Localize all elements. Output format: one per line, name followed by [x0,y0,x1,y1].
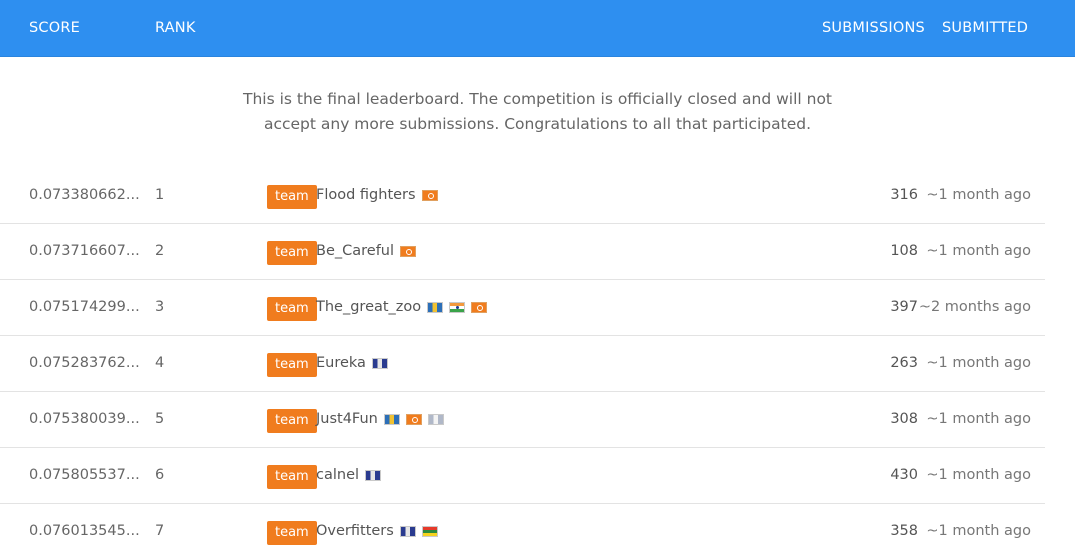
team-name-link[interactable]: The_great_zoo [316,299,421,315]
team-badge: team [267,297,317,321]
table-row: 0.075283762... 4 team Eureka 263 ~1 mont… [0,336,1045,392]
column-header-rank[interactable]: RANK [155,20,196,36]
team-name-cell: Just4Fun [316,411,444,427]
team-name-link[interactable]: calnel [316,467,359,483]
score-cell: 0.075283762... [29,355,140,371]
leaderboard-table: 0.073380662... 1 team Flood fighters 316… [0,168,1075,556]
team-name-cell: Overfitters [316,523,438,539]
rank-cell: 4 [155,355,165,371]
rank-cell: 5 [155,411,165,427]
team-badge: team [267,409,317,433]
country-flag-icon [471,301,488,313]
submitted-time: ~1 month ago [926,523,1031,539]
team-name-link[interactable]: Flood fighters [316,187,416,203]
team-badge: team [267,521,317,545]
table-row: 0.075805537... 6 team calnel 430 ~1 mont… [0,448,1045,504]
leaderboard-header: SCORE RANK SUBMISSIONS SUBMITTED [0,0,1075,57]
rank-cell: 3 [155,299,165,315]
submitted-time: ~2 months ago [918,299,1031,315]
country-flag-icon [400,245,417,257]
table-row: 0.076013545... 7 team Overfitters 358 ~1… [0,504,1045,556]
country-flag-icon [365,469,382,481]
score-cell: 0.075805537... [29,467,140,483]
score-cell: 0.073716607... [29,243,140,259]
score-cell: 0.075380039... [29,411,140,427]
submissions-count: 108 [890,243,918,259]
submissions-count: 316 [890,187,918,203]
table-row: 0.075380039... 5 team Just4Fun 308 ~1 mo… [0,392,1045,448]
submissions-count: 308 [890,411,918,427]
submitted-time: ~1 month ago [926,467,1031,483]
table-row: 0.075174299... 3 team The_great_zoo 397 … [0,280,1045,336]
country-flag-icon [405,413,422,425]
team-name-cell: Eureka [316,355,388,371]
submitted-time: ~1 month ago [926,355,1031,371]
score-cell: 0.076013545... [29,523,140,539]
table-row: 0.073716607... 2 team Be_Careful 108 ~1 … [0,224,1045,280]
country-flag-icon [427,301,444,313]
country-flag-icon [383,413,400,425]
column-header-submissions[interactable]: SUBMISSIONS [822,20,925,36]
team-name-link[interactable]: Overfitters [316,523,394,539]
team-name-link[interactable]: Eureka [316,355,366,371]
team-badge: team [267,241,317,265]
team-name-link[interactable]: Be_Careful [316,243,394,259]
column-header-score[interactable]: SCORE [29,20,80,36]
leaderboard-closed-notice: This is the final leaderboard. The compe… [0,87,1075,137]
rank-cell: 6 [155,467,165,483]
submissions-count: 397 [890,299,918,315]
table-row: 0.073380662... 1 team Flood fighters 316… [0,168,1045,224]
country-flag-icon [449,301,466,313]
country-flag-icon [371,357,388,369]
rank-cell: 1 [155,187,165,203]
submitted-time: ~1 month ago [926,187,1031,203]
team-name-cell: calnel [316,467,382,483]
column-header-submitted[interactable]: SUBMITTED [942,20,1028,36]
team-name-link[interactable]: Just4Fun [316,411,378,427]
team-name-cell: The_great_zoo [316,299,488,315]
submissions-count: 430 [890,467,918,483]
submitted-time: ~1 month ago [926,411,1031,427]
country-flag-icon [421,525,438,537]
submissions-count: 263 [890,355,918,371]
submitted-time: ~1 month ago [926,243,1031,259]
team-name-cell: Be_Careful [316,243,417,259]
rank-cell: 2 [155,243,165,259]
team-badge: team [267,185,317,209]
team-badge: team [267,465,317,489]
rank-cell: 7 [155,523,165,539]
country-flag-icon [427,413,444,425]
team-name-cell: Flood fighters [316,187,438,203]
team-badge: team [267,353,317,377]
score-cell: 0.073380662... [29,187,140,203]
notice-line-2: accept any more submissions. Congratulat… [263,115,812,133]
country-flag-icon [421,189,438,201]
submissions-count: 358 [890,523,918,539]
score-cell: 0.075174299... [29,299,140,315]
country-flag-icon [399,525,416,537]
notice-line-1: This is the final leaderboard. The compe… [242,90,833,108]
